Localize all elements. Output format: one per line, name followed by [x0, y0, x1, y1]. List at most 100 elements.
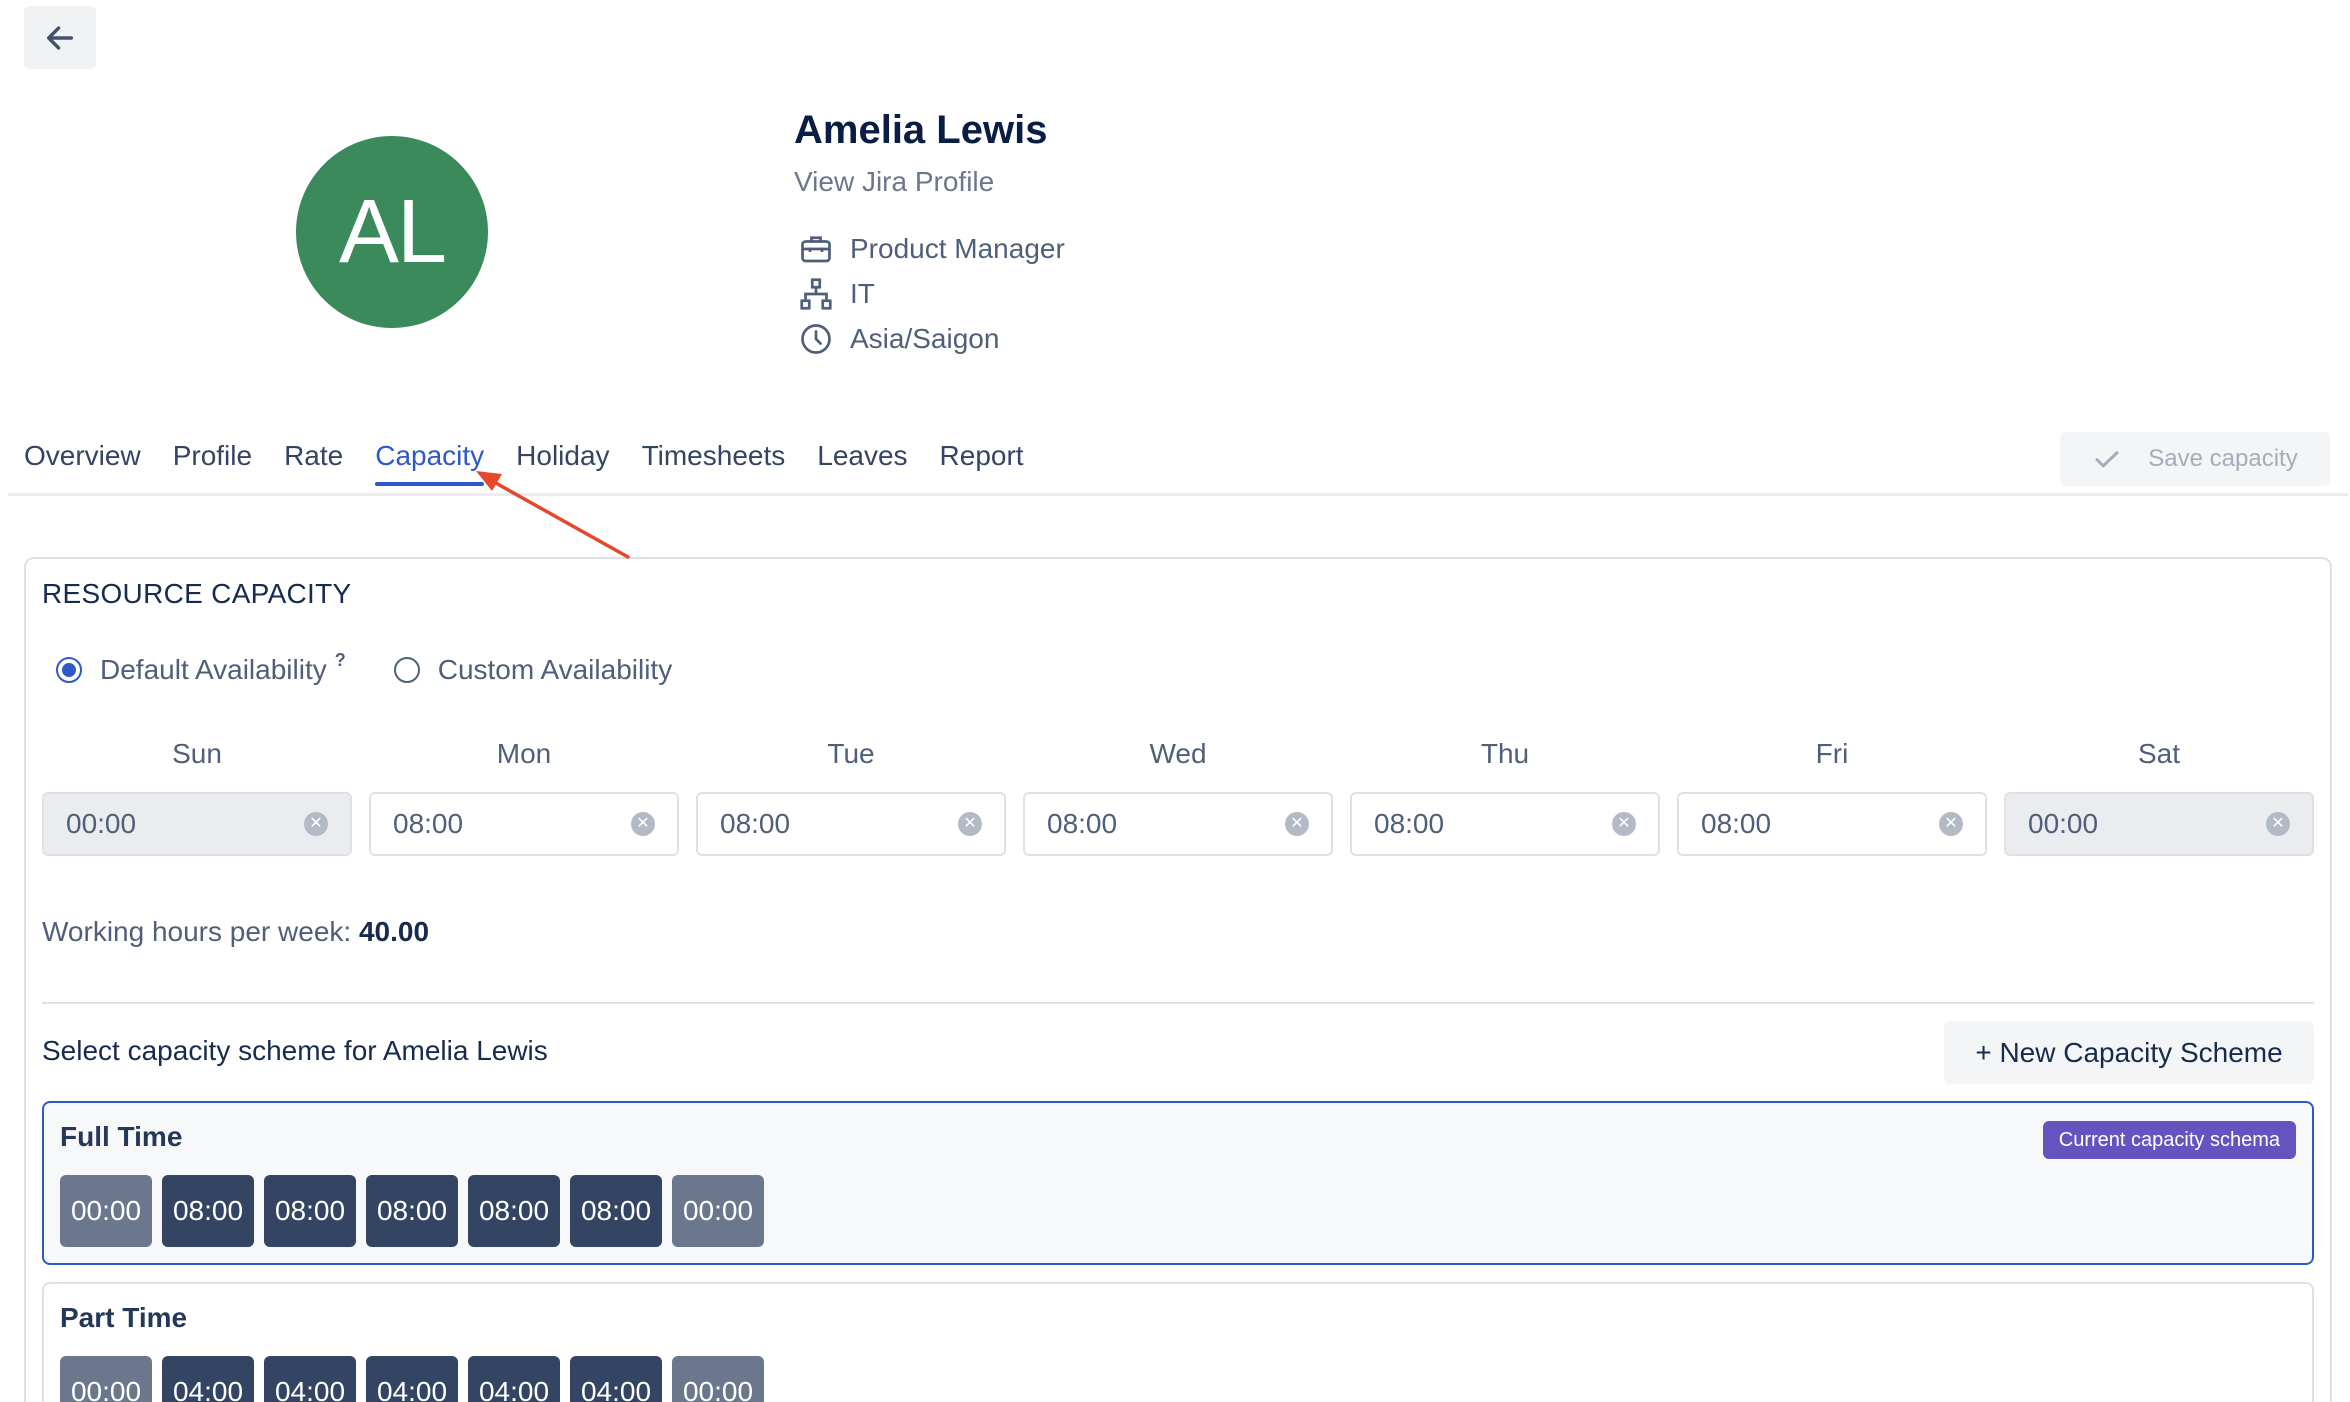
tab-holiday[interactable]: Holiday — [516, 440, 609, 486]
avatar: AL — [296, 136, 488, 328]
day-mon: Mon 08:00 ✕ — [369, 738, 679, 856]
day-thu: Thu 08:00 ✕ — [1350, 738, 1660, 856]
default-availability-radio[interactable]: Default Availability ? — [56, 650, 346, 686]
hour-chip: 04:00 — [162, 1356, 254, 1402]
department: IT — [850, 278, 875, 309]
sun-hours-input: 00:00 ✕ — [42, 792, 352, 856]
tab-capacity[interactable]: Capacity — [375, 440, 484, 486]
day-wed: Wed 08:00 ✕ — [1023, 738, 1333, 856]
scheme-card-full-time[interactable]: Full Time Current capacity schema 00:00 … — [42, 1101, 2314, 1265]
arrow-left-icon — [46, 25, 74, 50]
weekday-capacity-inputs: Sun 00:00 ✕ Mon 08:00 ✕ Tue 08:00 ✕ Wed … — [42, 738, 2314, 856]
save-capacity-label: Save capacity — [2148, 445, 2298, 472]
profile-tabs: Overview Profile Rate Capacity Holiday T… — [24, 440, 1056, 486]
view-jira-profile-link[interactable]: View Jira Profile — [794, 166, 994, 198]
current-scheme-badge: Current capacity schema — [2042, 1121, 2296, 1159]
hour-chip: 04:00 — [264, 1356, 356, 1402]
radio-checked-icon — [56, 657, 82, 683]
panel-divider — [42, 1002, 2314, 1004]
hour-chip: 08:00 — [264, 1175, 356, 1247]
availability-options: Default Availability ? Custom Availabili… — [56, 650, 720, 686]
day-label: Tue — [827, 738, 875, 769]
day-label: Mon — [496, 738, 552, 769]
resource-capacity-title: RESOURCE CAPACITY — [42, 578, 352, 609]
tab-report[interactable]: Report — [940, 440, 1024, 486]
tabs-divider — [8, 493, 2348, 496]
tab-rate[interactable]: Rate — [284, 440, 343, 486]
hour-chip: 00:00 — [60, 1356, 152, 1402]
briefcase-icon — [798, 231, 834, 267]
checkmark-icon — [2092, 444, 2122, 474]
help-icon[interactable]: ? — [335, 650, 346, 671]
tab-timesheets[interactable]: Timesheets — [642, 440, 786, 486]
scheme-hours: 00:00 04:00 04:00 04:00 04:00 04:00 00:0… — [60, 1356, 774, 1402]
working-hours-summary: Working hours per week: 40.00 — [42, 916, 429, 948]
hour-chip: 08:00 — [366, 1175, 458, 1247]
timezone-row: Asia/Saigon — [798, 321, 999, 357]
time-value: 00:00 — [2028, 808, 2099, 839]
hour-chip: 04:00 — [468, 1356, 560, 1402]
day-label: Sun — [172, 738, 222, 769]
hour-chip: 00:00 — [60, 1175, 152, 1247]
select-scheme-label: Select capacity scheme for Amelia Lewis — [42, 1035, 548, 1066]
working-hours-value: 40.00 — [358, 916, 430, 947]
tue-hours-input[interactable]: 08:00 ✕ — [696, 792, 1006, 856]
tab-profile[interactable]: Profile — [173, 440, 252, 486]
working-hours-label: Working hours per week: — [42, 916, 352, 947]
scheme-hours: 00:00 08:00 08:00 08:00 08:00 08:00 00:0… — [60, 1175, 774, 1247]
job-title-row: Product Manager — [798, 231, 1065, 267]
department-row: IT — [798, 276, 875, 312]
hour-chip: 08:00 — [162, 1175, 254, 1247]
clear-icon[interactable]: ✕ — [1939, 812, 1963, 836]
scheme-name: Part Time — [60, 1302, 188, 1333]
fri-hours-input[interactable]: 08:00 ✕ — [1677, 792, 1987, 856]
hour-chip: 08:00 — [468, 1175, 560, 1247]
app-root: AL Amelia Lewis View Jira Profile Produc… — [0, 0, 2350, 1402]
custom-availability-label: Custom Availability — [437, 654, 673, 685]
avatar-initials: AL — [338, 181, 447, 282]
day-label: Fri — [1815, 738, 1849, 769]
tab-overview[interactable]: Overview — [24, 440, 141, 486]
clear-icon[interactable]: ✕ — [631, 812, 655, 836]
timezone: Asia/Saigon — [850, 323, 1000, 354]
custom-availability-radio[interactable]: Custom Availability — [393, 654, 673, 686]
time-value: 08:00 — [720, 808, 791, 839]
hour-chip: 00:00 — [672, 1175, 764, 1247]
day-label: Thu — [1480, 738, 1530, 769]
day-label: Wed — [1149, 738, 1207, 769]
scheme-name: Full Time — [60, 1121, 183, 1152]
day-label: Sat — [2137, 738, 2181, 769]
clear-icon[interactable]: ✕ — [958, 812, 982, 836]
save-capacity-button[interactable]: Save capacity — [2060, 432, 2330, 486]
job-title: Product Manager — [850, 233, 1065, 264]
default-availability-label: Default Availability — [100, 654, 327, 685]
user-name: Amelia Lewis — [794, 108, 1048, 152]
back-button[interactable] — [24, 6, 96, 69]
time-value: 08:00 — [1374, 808, 1445, 839]
time-value: 08:00 — [1047, 808, 1118, 839]
wed-hours-input[interactable]: 08:00 ✕ — [1023, 792, 1333, 856]
hour-chip: 08:00 — [570, 1175, 662, 1247]
clear-icon: ✕ — [304, 812, 328, 836]
clear-icon[interactable]: ✕ — [1612, 812, 1636, 836]
day-sun: Sun 00:00 ✕ — [42, 738, 352, 856]
tab-leaves[interactable]: Leaves — [817, 440, 907, 486]
clear-icon[interactable]: ✕ — [1285, 812, 1309, 836]
hour-chip: 04:00 — [366, 1356, 458, 1402]
time-value: 08:00 — [393, 808, 464, 839]
hour-chip: 00:00 — [672, 1356, 764, 1402]
clock-icon — [798, 321, 834, 357]
clear-icon: ✕ — [2266, 812, 2290, 836]
day-sat: Sat 00:00 ✕ — [2004, 738, 2314, 856]
hour-chip: 04:00 — [570, 1356, 662, 1402]
mon-hours-input[interactable]: 08:00 ✕ — [369, 792, 679, 856]
day-fri: Fri 08:00 ✕ — [1677, 738, 1987, 856]
time-value: 00:00 — [66, 808, 137, 839]
org-chart-icon — [798, 276, 834, 312]
day-tue: Tue 08:00 ✕ — [696, 738, 1006, 856]
radio-unchecked-icon — [393, 657, 420, 683]
thu-hours-input[interactable]: 08:00 ✕ — [1350, 792, 1660, 856]
scheme-card-part-time[interactable]: Part Time 00:00 04:00 04:00 04:00 04:00 … — [42, 1282, 2314, 1402]
new-capacity-scheme-button[interactable]: + New Capacity Scheme — [1944, 1021, 2314, 1084]
time-value: 08:00 — [1701, 808, 1772, 839]
